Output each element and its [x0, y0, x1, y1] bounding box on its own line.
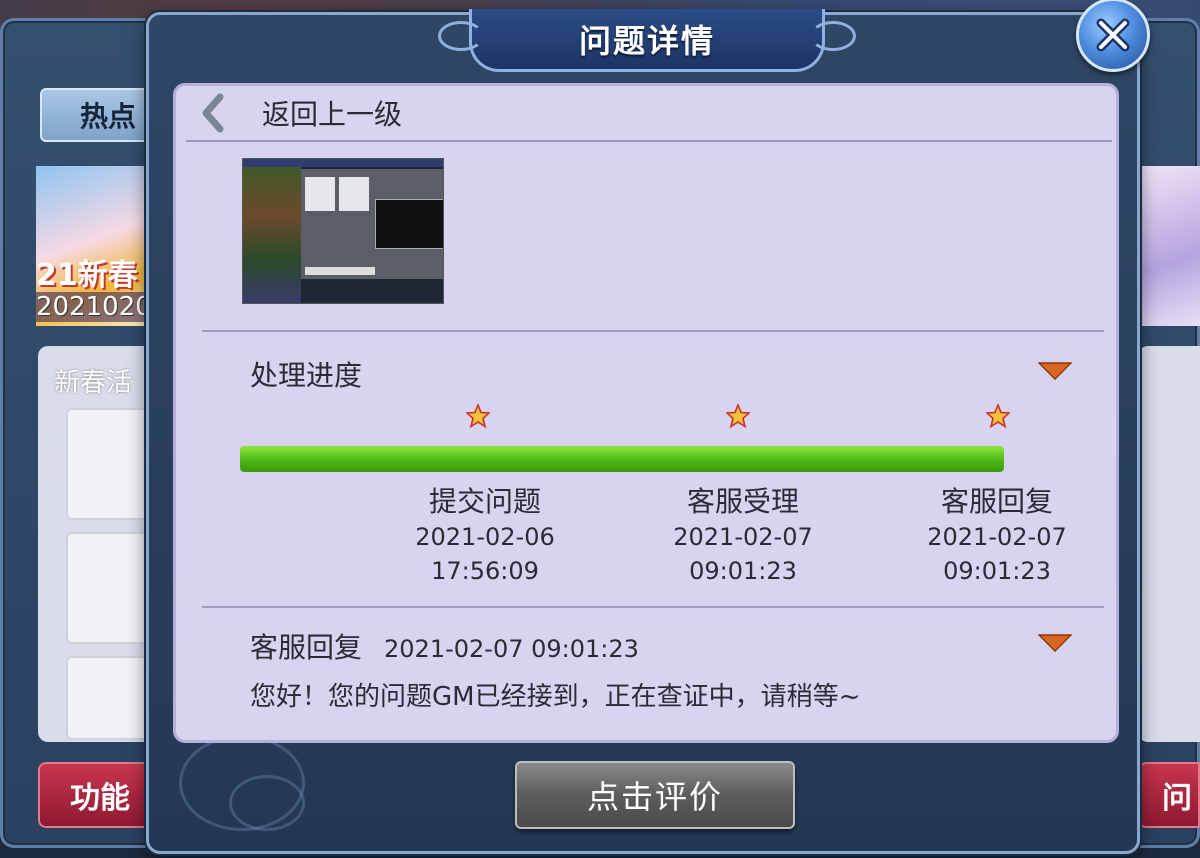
stage-name: 客服受理 — [686, 485, 799, 518]
stage-date: 2021-02-06 — [415, 523, 555, 551]
chevron-left-icon[interactable] — [196, 93, 230, 133]
section-divider — [202, 330, 1104, 332]
issue-content-panel: 返回上一级 处理进度 提交问题 2021-02-06 17:56:09 客服受理… — [173, 83, 1119, 743]
background-right-list — [1138, 346, 1200, 742]
background-right-button-label: 问 — [1162, 781, 1192, 816]
collapse-triangle-icon[interactable] — [1038, 634, 1072, 652]
rate-button[interactable]: 点击评价 — [515, 761, 795, 829]
stage-name: 提交问题 — [428, 485, 541, 518]
stage-date: 2021-02-07 — [673, 523, 813, 551]
dialog-title: 问题详情 — [578, 22, 715, 60]
close-x-icon — [1096, 18, 1130, 52]
stage-submit: 提交问题 2021-02-06 17:56:09 — [390, 484, 580, 588]
stage-accepted: 客服受理 2021-02-07 09:01:23 — [648, 484, 838, 588]
back-to-parent-row[interactable]: 返回上一级 — [186, 86, 1112, 142]
star-icon — [726, 404, 750, 428]
reply-label: 客服回复 — [250, 631, 363, 664]
stage-time: 09:01:23 — [689, 557, 797, 585]
dialog-title-plate: 问题详情 — [438, 9, 856, 72]
reply-timestamp: 2021-02-07 09:01:23 — [384, 635, 639, 663]
stage-time: 09:01:23 — [943, 557, 1051, 585]
stage-date: 2021-02-07 — [927, 523, 1067, 551]
decorative-swirl — [229, 775, 305, 831]
background-hot-tab-label: 热点 — [80, 100, 137, 133]
background-right-banner — [1138, 166, 1200, 326]
close-button[interactable] — [1076, 0, 1150, 72]
collapse-triangle-icon[interactable] — [1038, 362, 1072, 380]
star-icon — [466, 404, 490, 428]
progress-bar-fill — [240, 446, 1004, 472]
screenshot-attachment-thumbnail[interactable] — [242, 158, 444, 304]
rate-button-label: 点击评价 — [586, 778, 723, 816]
issue-detail-dialog: 问题详情 返回上一级 处理进度 提交问题 2021-02-06 17:56:09… — [146, 9, 1140, 854]
star-icon — [986, 404, 1010, 428]
progress-bar — [240, 446, 1004, 472]
background-list-title: 新春活 — [54, 368, 133, 398]
reply-message: 您好！您的问题GM已经接到，正在查证中，请稍等~ — [250, 682, 861, 712]
progress-section-title: 处理进度 — [250, 359, 363, 392]
background-banner-title: 21新春 — [36, 258, 138, 293]
reply-header: 客服回复 2021-02-07 09:01:23 — [250, 626, 639, 666]
stage-name: 客服回复 — [940, 485, 1053, 518]
background-function-label: 功能 — [70, 781, 130, 816]
back-to-parent-label[interactable]: 返回上一级 — [262, 93, 402, 133]
background-right-button[interactable]: 问 — [1138, 762, 1200, 828]
stage-replied: 客服回复 2021-02-07 09:01:23 — [902, 484, 1092, 588]
stage-time: 17:56:09 — [431, 557, 539, 585]
section-divider — [202, 606, 1104, 608]
